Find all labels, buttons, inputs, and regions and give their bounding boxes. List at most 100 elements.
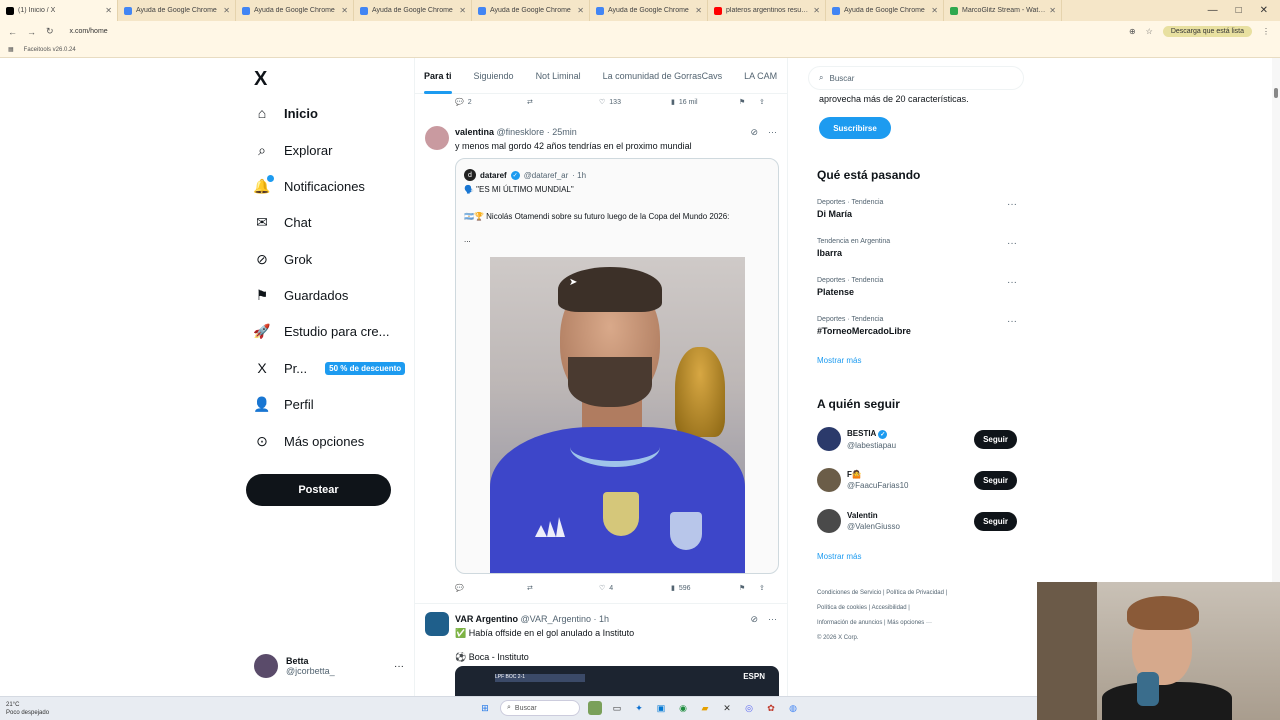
nav-item-inicio[interactable]: ⌂ Inicio <box>254 105 318 121</box>
like-button[interactable]: ♡ 4 <box>599 584 671 593</box>
windows-start-icon[interactable]: ⊞ <box>478 701 492 715</box>
folder-icon[interactable]: ▰ <box>698 701 712 715</box>
browser-tab[interactable]: Ayuda de Google Chrome ✕ <box>118 0 236 21</box>
nav-item-notificaciones[interactable]: 🔔 Notificaciones <box>253 175 365 194</box>
edge-icon[interactable]: ◉ <box>676 701 690 715</box>
tweet[interactable]: VAR Argentino @VAR_Argentino · 1h ⊘ ··· … <box>415 604 787 696</box>
nav-item-grok[interactable]: ⊘ Grok <box>254 251 312 267</box>
author-handle[interactable]: @VAR_Argentino <box>521 614 592 624</box>
tweet-time[interactable]: · 1h <box>594 614 610 624</box>
bookmark-button[interactable]: ⚑ <box>739 584 759 592</box>
feed-tab[interactable]: LA CAM <box>744 58 777 94</box>
weather-widget[interactable]: 21°C Poco despejado <box>6 701 49 717</box>
show-more-link[interactable]: Mostrar más <box>817 356 861 365</box>
scrollbar-thumb[interactable] <box>1274 88 1278 98</box>
maximize-icon[interactable]: □ <box>1236 5 1242 16</box>
follow-suggestion[interactable]: BESTIA ✓ @labestiapau Seguir <box>817 427 1017 451</box>
feed-tab[interactable]: Siguiendo <box>474 58 514 94</box>
nav-item-m-s-opciones[interactable]: ⊙ Más opciones <box>254 433 364 449</box>
grok-icon[interactable]: ⊘ <box>750 614 758 625</box>
avatar[interactable] <box>817 468 841 492</box>
search-input[interactable]: ⌕ Buscar <box>808 66 1024 90</box>
close-icon[interactable]: ✕ <box>577 6 584 15</box>
menu-icon[interactable]: ⋮ <box>1262 27 1270 36</box>
discount-badge[interactable]: 50 % de descuento <box>325 361 406 375</box>
share-button[interactable]: ⇪ <box>759 584 765 592</box>
copilot-icon[interactable]: ✦ <box>632 701 646 715</box>
app-icon[interactable]: ✿ <box>764 701 778 715</box>
close-icon[interactable]: ✕ <box>1049 6 1056 15</box>
tweet-video[interactable]: LPF BOC 2-1 ESPN <box>455 666 779 696</box>
trend-item[interactable]: Deportes · Tendencia #TorneoMercadoLibre ·… <box>817 316 1017 336</box>
close-icon[interactable]: ✕ <box>813 6 820 15</box>
more-icon[interactable]: ··· <box>1007 277 1017 288</box>
footer-line[interactable]: © 2026 X Corp. <box>817 631 1017 646</box>
widgets-icon[interactable] <box>588 701 602 715</box>
browser-tab[interactable]: MarcoGlitz Stream - Watch Li...✕ <box>944 0 1062 21</box>
nav-item-pr[interactable]: X Pr... 50 % de descuento <box>254 360 406 376</box>
reply-button[interactable]: 💬 2 <box>455 98 527 107</box>
footer-line[interactable]: Información de anuncios | Más opciones ·… <box>817 616 1017 631</box>
more-icon[interactable]: ··· <box>394 661 404 672</box>
close-icon[interactable]: ✕ <box>105 6 112 15</box>
footer-line[interactable]: Política de cookies | Accesibilidad | <box>817 601 1017 616</box>
views-button[interactable]: ▮ 16 mil <box>671 98 739 107</box>
bookmark-item[interactable]: Faceitools v26.0.24 <box>24 47 76 53</box>
footer-line[interactable]: Condiciones de Servicio | Política de Pr… <box>817 586 1017 601</box>
post-button[interactable]: Postear <box>246 474 391 506</box>
tweet-time[interactable]: · 25min <box>547 127 577 137</box>
account-switcher[interactable]: Betta @jcorbetta_ ··· <box>254 654 404 678</box>
minimize-icon[interactable]: — <box>1208 5 1218 16</box>
feed-tab[interactable]: Not Liminal <box>536 58 581 94</box>
browser-tab[interactable]: (1) Inicio / X ✕ <box>0 0 118 21</box>
taskbar-search[interactable]: ⌕ Buscar <box>500 700 580 716</box>
grok-icon[interactable]: ⊘ <box>750 127 758 138</box>
repost-button[interactable]: ⇄ <box>527 584 599 592</box>
share-button[interactable]: ⇪ <box>759 98 765 106</box>
nav-item-perfil[interactable]: 👤 Perfil <box>253 396 313 412</box>
close-icon[interactable]: ✕ <box>931 6 938 15</box>
tweet[interactable]: valentina @finesklore · 25min ⊘ ··· y me… <box>415 118 787 604</box>
nav-item-chat[interactable]: ✉ Chat <box>254 214 311 230</box>
url-field[interactable]: x.com/home <box>70 28 108 35</box>
repost-button[interactable]: ⇄ <box>527 98 599 106</box>
show-more-link[interactable]: Mostrar más <box>817 552 861 561</box>
follow-button[interactable]: Seguir <box>974 470 1017 490</box>
discord-icon[interactable]: ◎ <box>742 701 756 715</box>
more-icon[interactable]: ··· <box>1007 199 1017 210</box>
back-icon[interactable]: ← <box>8 27 17 37</box>
nav-item-estudio-para-cre[interactable]: 🚀 Estudio para cre... <box>253 323 389 339</box>
more-icon[interactable]: ··· <box>1007 238 1017 249</box>
close-icon[interactable]: ✕ <box>695 6 702 15</box>
browser-tab[interactable]: Ayuda de Google Chrome ✕ <box>590 0 708 21</box>
nav-item-explorar[interactable]: ⌕ Explorar <box>254 142 332 158</box>
feed-tab[interactable]: Para ti <box>424 58 452 94</box>
more-icon[interactable]: ··· <box>768 614 777 625</box>
quoted-tweet[interactable]: d dataref ✓ @dataref_ar · 1h 🗣️ "ES MI Ú… <box>455 158 779 574</box>
author-handle[interactable]: @finesklore <box>497 127 545 137</box>
reload-icon[interactable]: ↻ <box>46 26 54 37</box>
more-icon[interactable]: ··· <box>768 127 777 138</box>
browser-tab[interactable]: Ayuda de Google Chrome ✕ <box>826 0 944 21</box>
apps-icon[interactable]: ▦ <box>8 46 14 53</box>
tweet-photo[interactable] <box>490 257 745 573</box>
zoom-icon[interactable]: ⊕ <box>1129 27 1136 36</box>
close-icon[interactable]: ✕ <box>459 6 466 15</box>
feed-tab[interactable]: La comunidad de GorrasCavs <box>603 58 723 94</box>
browser-tab[interactable]: Ayuda de Google Chrome ✕ <box>236 0 354 21</box>
x-logo-icon[interactable]: X <box>254 68 267 91</box>
app-icon[interactable]: ✕ <box>720 701 734 715</box>
browser-tab[interactable]: Ayuda de Google Chrome ✕ <box>354 0 472 21</box>
author-name[interactable]: valentina <box>455 127 494 137</box>
subscribe-button[interactable]: Suscribirse <box>819 117 891 139</box>
follow-suggestion[interactable]: F🤷 @FaacuFarias10 Seguir <box>817 468 1017 492</box>
close-icon[interactable]: ✕ <box>341 6 348 15</box>
browser-tab[interactable]: plateros argentinos resumen... ✕ <box>708 0 826 21</box>
bookmark-button[interactable]: ⚑ <box>739 98 759 106</box>
task-view-icon[interactable]: ▭ <box>610 701 624 715</box>
follow-suggestion[interactable]: Valentin @ValenGiusso Seguir <box>817 509 1017 533</box>
close-icon[interactable]: ✕ <box>1260 5 1268 16</box>
close-icon[interactable]: ✕ <box>223 6 230 15</box>
follow-button[interactable]: Seguir <box>974 511 1017 531</box>
trend-item[interactable]: Tendencia en Argentina Ibarra ··· <box>817 238 1017 258</box>
